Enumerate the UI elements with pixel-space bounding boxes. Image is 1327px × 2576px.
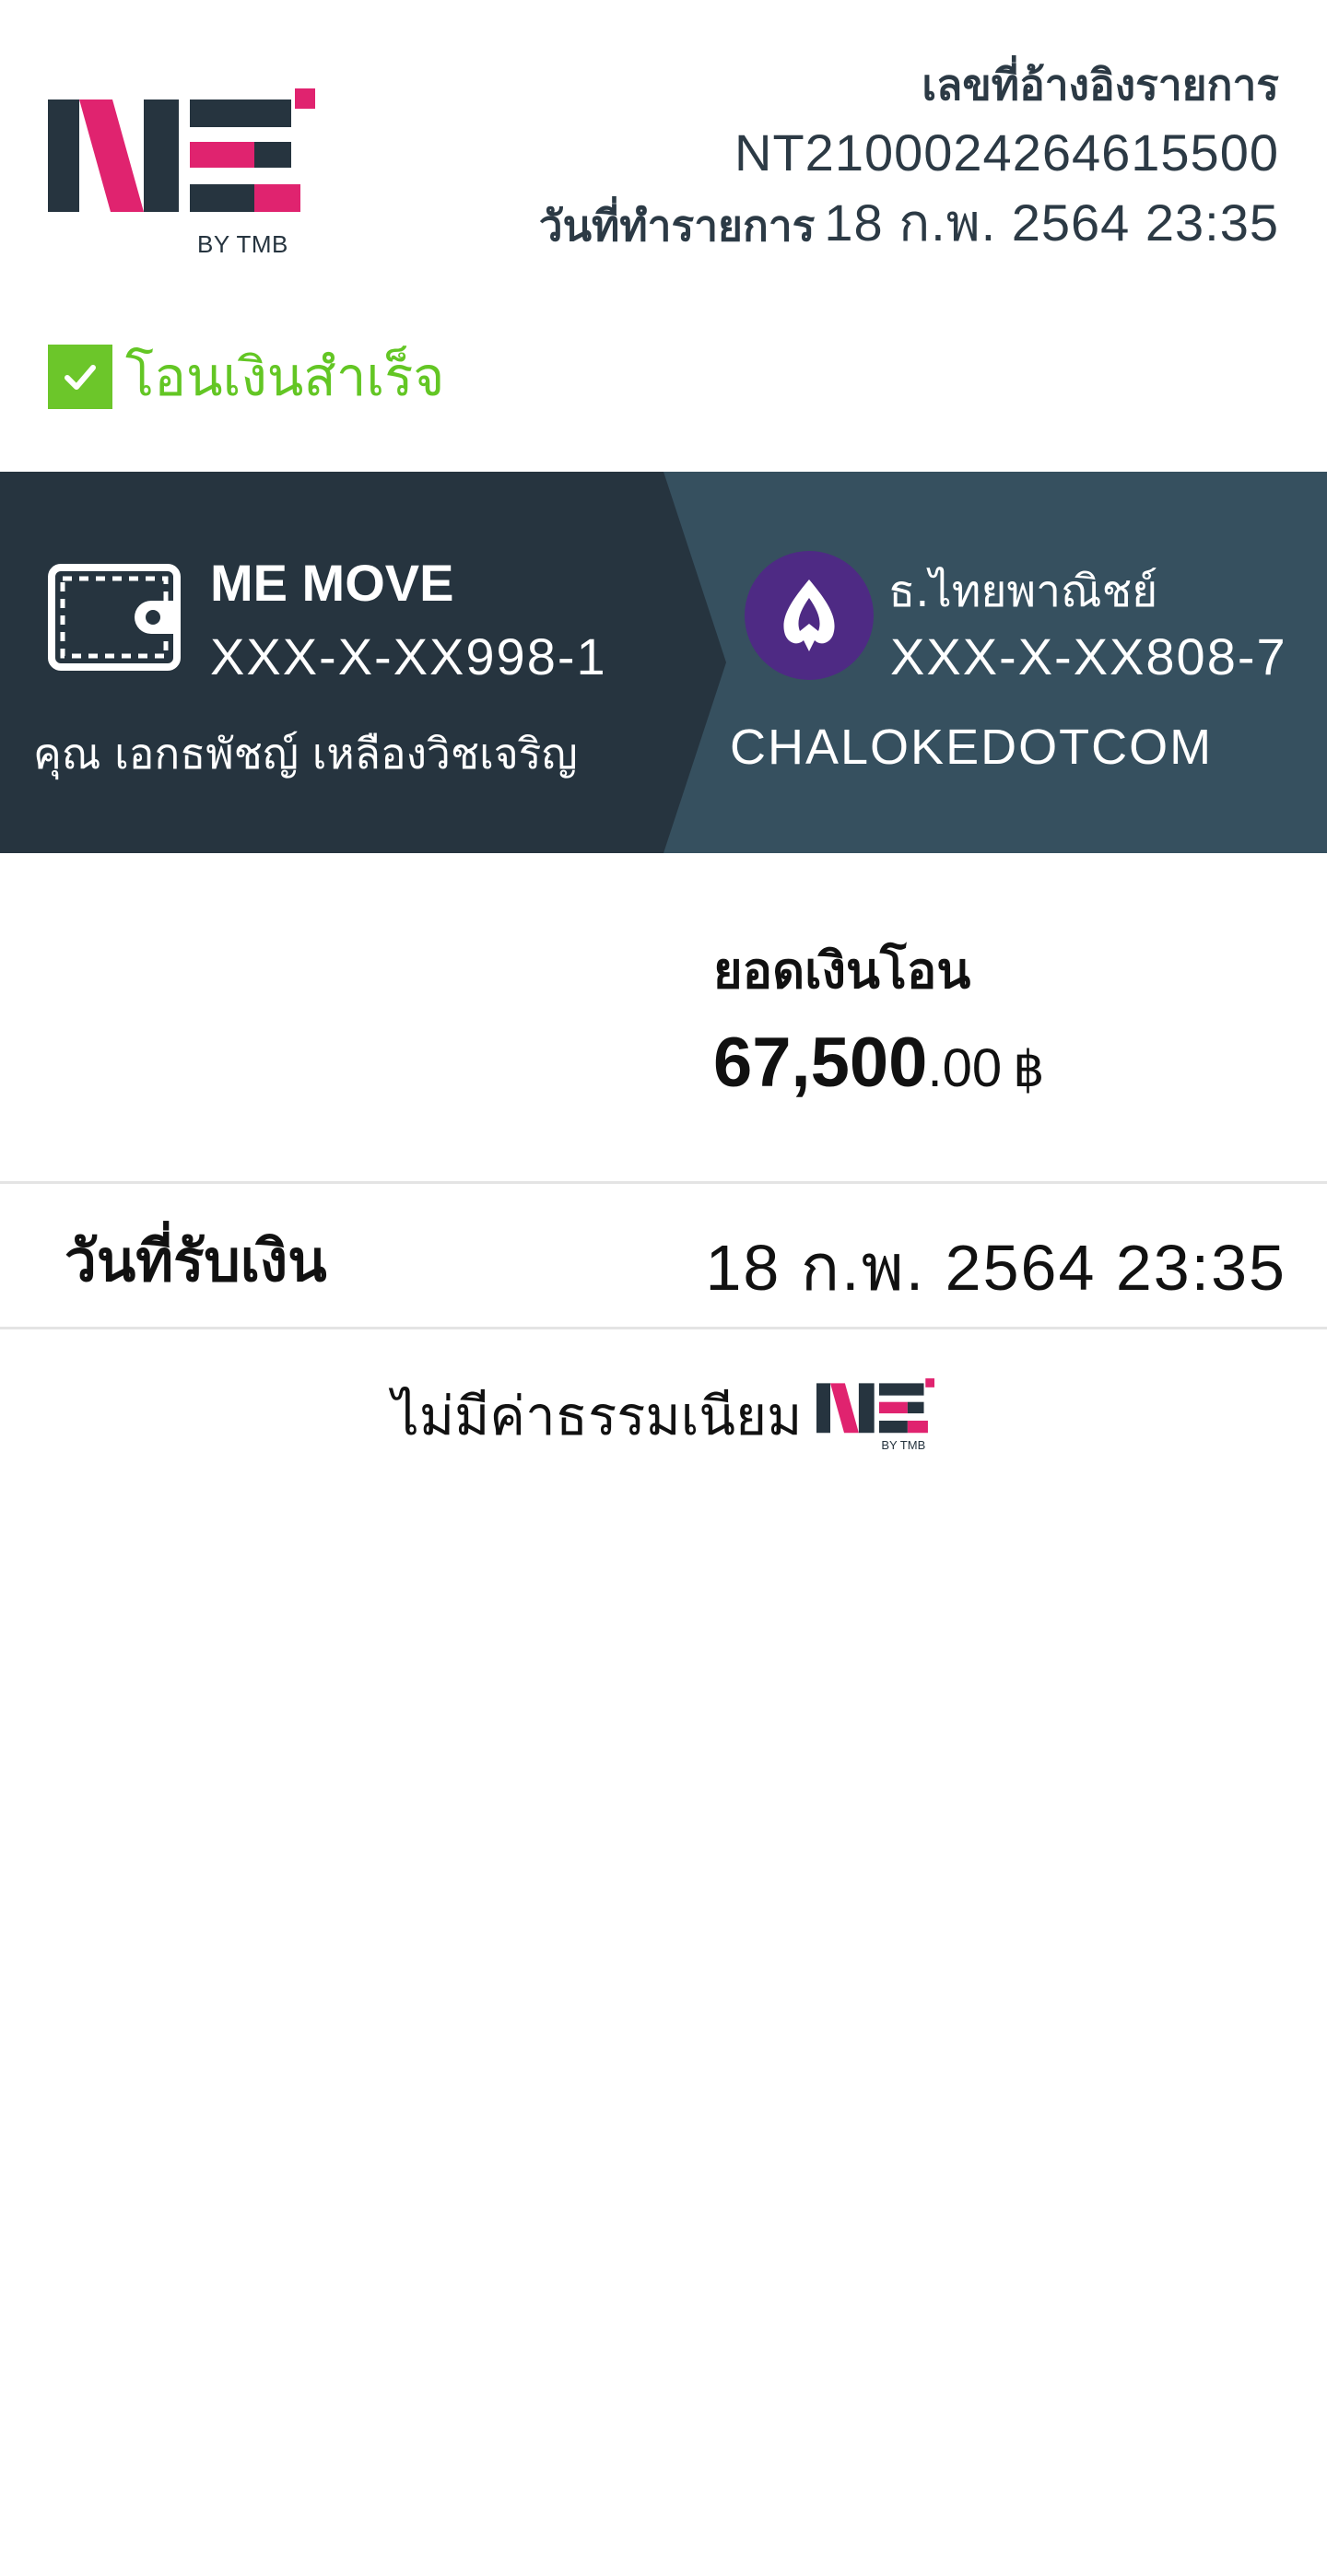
receive-date-value: 18 ก.พ. 2564 23:35 [705, 1232, 1286, 1304]
divider [0, 1327, 1327, 1329]
amount-label: ยอดเงินโอน [713, 942, 971, 1000]
transaction-date-row: วันที่ทำรายการ 18 ก.พ. 2564 23:35 [539, 188, 1279, 261]
scb-bank-icon [745, 551, 874, 680]
transaction-date-label: วันที่ทำรายการ [538, 201, 816, 251]
me-by-tmb-small-logo: BY TMB [816, 1377, 935, 1455]
status-success: โอนเงินสำเร็จ [48, 334, 444, 419]
wallet-icon [48, 564, 181, 671]
reference-number: NT2100024264615500 [734, 123, 1279, 181]
check-icon [48, 344, 112, 409]
amount-value: 67,500.00 ฿ [713, 1023, 1044, 1103]
divider [0, 1181, 1327, 1184]
status-text: โอนเงินสำเร็จ [125, 345, 445, 408]
reference-block: เลขที่อ้างอิงรายการ NT2100024264615500 ว… [539, 52, 1279, 261]
from-account-name: ME MOVE [210, 554, 454, 612]
logo-subtext: BY TMB [197, 230, 288, 258]
amount-integer: 67,500 [713, 1024, 928, 1102]
transfer-banner: ME MOVE XXX-X-XX998-1 คุณ เอกธพัชญ์ เหลื… [0, 472, 1327, 853]
receive-date-label: วันที่รับเงิน [65, 1227, 327, 1294]
fee-note: ไม่มีค่าธรรมเนียม BY TMB [0, 1373, 1327, 1458]
transaction-date-value: 18 ก.พ. 2564 23:35 [824, 193, 1279, 252]
small-logo-subtext: BY TMB [881, 1437, 926, 1452]
to-account-name: CHALOKEDOTCOM [730, 720, 1214, 775]
to-bank-name: ธ.ไทยพาณิชย์ [888, 566, 1158, 617]
reference-label: เลขที่อ้างอิงรายการ [922, 60, 1279, 110]
currency-symbol: ฿ [1013, 1042, 1045, 1097]
from-account-owner: คุณ เอกธพัชญ์ เหลืองวิชเจริญ [33, 729, 578, 779]
from-account-number: XXX-X-XX998-1 [210, 627, 607, 685]
fee-text: ไม่มีค่าธรรมเนียม [392, 1385, 803, 1447]
amount-decimal: .00 [927, 1038, 1003, 1098]
to-account-number: XXX-X-XX808-7 [890, 627, 1287, 685]
